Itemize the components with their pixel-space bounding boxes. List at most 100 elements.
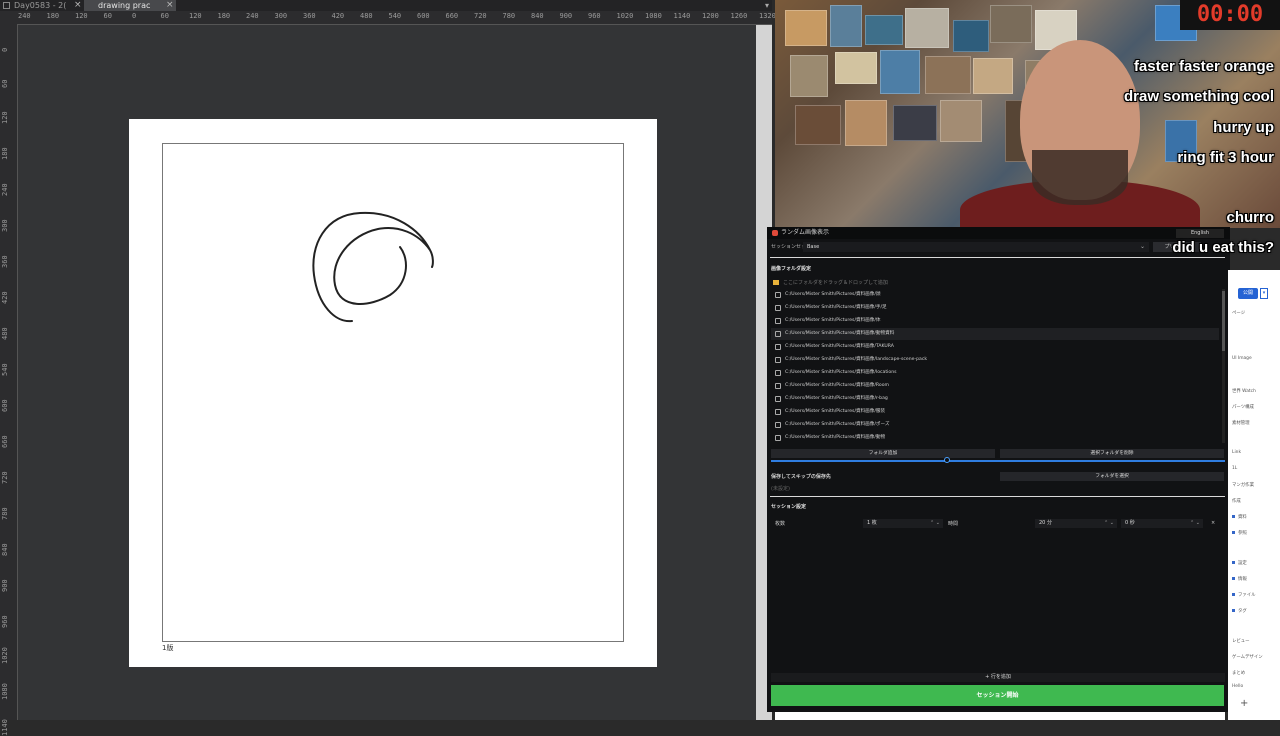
folder-drop-zone[interactable]: ここにフォルダをドラッグ＆ドロップして追加: [773, 279, 888, 286]
sidebar-item[interactable]: ファイル: [1232, 592, 1256, 598]
chat-message: ring fit 3 hour: [1177, 149, 1274, 166]
sidebar-item[interactable]: Link: [1232, 450, 1241, 455]
bullet-icon: [1232, 609, 1235, 612]
add-folder-button[interactable]: フォルダ追加: [771, 449, 995, 458]
bullet-icon: [1232, 577, 1235, 580]
folder-checkbox[interactable]: [775, 344, 781, 350]
folder-checkbox[interactable]: [775, 396, 781, 402]
list-item[interactable]: C:/Users/Mister Smith/Pictures/資料画像/TAKU…: [771, 341, 1219, 353]
start-session-button[interactable]: セッション開始: [771, 685, 1224, 706]
sidebar-item[interactable]: 設定: [1232, 560, 1247, 566]
session-section-title: セッション設定: [771, 504, 807, 510]
ruler-tick-label: 480: [1, 327, 9, 340]
ruler-tick-label: 0: [1, 47, 9, 52]
stepper-arrows-icon[interactable]: ⌃ ⌄: [1104, 519, 1114, 528]
list-item[interactable]: C:/Users/Mister Smith/Pictures/資料画像/land…: [771, 354, 1219, 366]
sidebar-item[interactable]: まとめ: [1232, 670, 1245, 676]
folder-path: C:/Users/Mister Smith/Pictures/資料画像/顔: [785, 292, 881, 297]
folder-checkbox[interactable]: [775, 305, 781, 311]
ruler-tick-label: 180: [1, 147, 9, 160]
minutes-value: 20 分: [1039, 520, 1052, 526]
sidebar-item[interactable]: タグ: [1232, 608, 1247, 614]
list-item[interactable]: C:/Users/Mister Smith/Pictures/資料画像/顔: [771, 289, 1219, 301]
ruler-tick-label: 360: [303, 12, 316, 20]
scrollbar-thumb[interactable]: [1222, 291, 1225, 351]
remove-folder-button[interactable]: 選択フォルダを削除: [1000, 449, 1224, 458]
chat-message: hurry up: [1213, 119, 1274, 136]
list-item[interactable]: C:/Users/Mister Smith/Pictures/資料画像/動物資料: [771, 328, 1219, 340]
sidebar-item[interactable]: ページ: [1232, 310, 1245, 316]
choose-folder-button[interactable]: フォルダを選択: [1000, 472, 1224, 481]
add-row-button[interactable]: + 行を追加: [771, 673, 1225, 682]
sidebar-item[interactable]: パーツ構成: [1232, 404, 1254, 410]
folder-checkbox[interactable]: [775, 383, 781, 389]
folder-checkbox[interactable]: [775, 435, 781, 441]
sidebar-item-label: 情報: [1238, 577, 1247, 582]
seconds-stepper[interactable]: 0 秒 ⌃ ⌄: [1121, 519, 1203, 528]
language-button[interactable]: English: [1176, 229, 1224, 238]
ruler-tick-label: 600: [1, 399, 9, 412]
horizontal-ruler: 240 180 120 60 0 60 120 180 240 300 360 420 480 540 60…: [0, 11, 776, 25]
list-item[interactable]: C:/Users/Mister Smith/Pictures/資料画像/体: [771, 315, 1219, 327]
chat-message: did u eat this?: [1172, 239, 1274, 256]
list-item[interactable]: C:/Users/Mister Smith/Pictures/資料画像/動物: [771, 432, 1219, 444]
count-value: 1 枚: [867, 520, 877, 526]
minutes-stepper[interactable]: 20 分 ⌃ ⌄: [1035, 519, 1117, 528]
list-item[interactable]: C:/Users/Mister Smith/Pictures/資料画像/手/足: [771, 302, 1219, 314]
chevron-down-icon[interactable]: ▾: [765, 0, 769, 11]
list-item[interactable]: C:/Users/Mister Smith/Pictures/資料画像/Room: [771, 380, 1219, 392]
list-item[interactable]: C:/Users/Mister Smith/Pictures/資料画像/ポーズ: [771, 419, 1219, 431]
ruler-tick-label: 420: [1, 291, 9, 304]
list-item[interactable]: C:/Users/Mister Smith/Pictures/資料画像/服装: [771, 406, 1219, 418]
count-stepper[interactable]: 1 枚 ⌃ ⌄: [863, 519, 943, 528]
tab-day0583[interactable]: Day0583 - 2( ×: [0, 0, 84, 11]
sidebar-item[interactable]: 参照: [1232, 530, 1247, 536]
close-icon[interactable]: ×: [74, 0, 82, 11]
chevron-down-icon[interactable]: ▾: [1260, 288, 1268, 299]
chat-message: draw something cool: [1123, 88, 1274, 105]
list-item[interactable]: C:/Users/Mister Smith/Pictures/資料画像/r-ba…: [771, 393, 1219, 405]
stepper-arrows-icon[interactable]: ⌃ ⌄: [930, 519, 940, 528]
sidebar-item[interactable]: 情報: [1232, 576, 1247, 582]
folder-path: C:/Users/Mister Smith/Pictures/資料画像/動物資料: [785, 331, 895, 336]
stepper-arrows-icon[interactable]: ⌃ ⌄: [1190, 519, 1200, 528]
publish-button[interactable]: 公開: [1238, 288, 1258, 299]
sidebar-item[interactable]: 素材管理: [1232, 420, 1250, 426]
sidebar-item[interactable]: マンガ作業: [1232, 482, 1254, 488]
window-title: ランダム画像表示: [781, 229, 830, 236]
folder-checkbox[interactable]: [775, 422, 781, 428]
folder-checkbox[interactable]: [775, 370, 781, 376]
add-icon[interactable]: +: [1240, 698, 1248, 709]
list-item[interactable]: C:/Users/Mister Smith/Pictures/資料画像/loca…: [771, 367, 1219, 379]
sidebar-item[interactable]: 世界 Watch: [1232, 388, 1256, 394]
preset-select[interactable]: Base ⌄: [803, 242, 1149, 252]
ruler-tick-label: 1140: [1, 719, 9, 736]
sidebar-item[interactable]: Hello: [1232, 684, 1243, 689]
sidebar-item[interactable]: 1L: [1232, 466, 1237, 471]
ruler-tick-label: 120: [189, 12, 202, 20]
sidebar-item-label: 設定: [1238, 561, 1247, 566]
sidebar-item[interactable]: 作成: [1232, 498, 1241, 504]
ruler-tick-label: 960: [588, 12, 601, 20]
slider-handle[interactable]: [944, 457, 950, 463]
folder-checkbox[interactable]: [775, 318, 781, 324]
chat-message: faster faster orange: [1133, 58, 1274, 75]
folder-checkbox[interactable]: [775, 292, 781, 298]
sidebar-item-label: 参照: [1238, 531, 1247, 536]
folder-checkbox[interactable]: [775, 331, 781, 337]
count-label: 枚数: [775, 521, 786, 527]
sidebar-item[interactable]: ゲームデザイン: [1232, 654, 1263, 660]
folder-checkbox[interactable]: [775, 357, 781, 363]
sidebar-item[interactable]: UI Image: [1232, 356, 1252, 361]
seconds-value: 0 秒: [1125, 520, 1135, 526]
sidebar-item[interactable]: レビュー: [1232, 638, 1250, 644]
remove-row-icon[interactable]: ×: [1211, 520, 1215, 526]
folder-checkbox[interactable]: [775, 409, 781, 415]
document-tab-bar: Day0583 - 2( × drawing prac BASE* × ▾: [0, 0, 772, 21]
tab-drawing-prac-base[interactable]: drawing prac BASE* ×: [84, 0, 176, 21]
close-icon[interactable]: ×: [166, 0, 174, 11]
ruler-tick-label: 60: [160, 12, 169, 20]
circle-sketch-stroke: [312, 211, 434, 323]
ruler-tick-label: 720: [1, 471, 9, 484]
sidebar-item[interactable]: 資料: [1232, 514, 1247, 520]
